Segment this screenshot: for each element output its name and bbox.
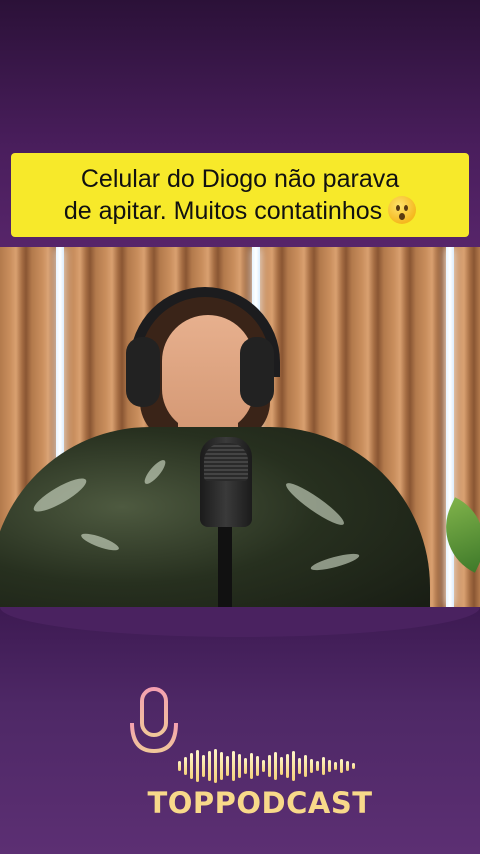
podcast-logo-text: TOPPODCAST (147, 786, 373, 820)
waveform-bar (178, 761, 181, 771)
headphone-cup-left (126, 337, 160, 407)
waveform-bar (346, 761, 349, 771)
waveform-bar (298, 758, 301, 774)
microphone-grill (204, 443, 248, 481)
caption-box: Celular do Diogo não parava de apitar. M… (11, 153, 469, 237)
waveform-bar (232, 751, 235, 781)
hushed-face-icon (388, 196, 417, 224)
waveform-bar (352, 763, 355, 769)
waveform-bar (250, 753, 253, 779)
video-frame[interactable] (0, 247, 480, 607)
waveform-bar (214, 749, 217, 783)
waveform-bar (322, 757, 325, 775)
waveform-bar (334, 762, 337, 770)
waveform-bar (256, 756, 259, 776)
waveform-bar (316, 761, 319, 771)
waveform-bar (286, 754, 289, 778)
waveform-bar (304, 755, 307, 777)
waveform-bar (226, 756, 229, 776)
waveform-bar (208, 751, 211, 781)
waveform-bar (268, 755, 271, 777)
caption-line-1: Celular do Diogo não parava (80, 165, 400, 193)
waveform-bar (274, 752, 277, 780)
waveform-bar (328, 760, 331, 772)
waveform-bar (190, 753, 193, 779)
headphone-cup-right (240, 337, 274, 407)
waveform-bar (196, 750, 199, 782)
waveform-bar (280, 757, 283, 775)
waveform-bar (238, 754, 241, 778)
caption-line-2: de apitar. Muitos contatinhos (63, 197, 383, 225)
waveform-bar (292, 751, 295, 781)
waveform-bar (202, 755, 205, 777)
waveform-bar (310, 759, 313, 773)
waveform-bar (340, 759, 343, 773)
waveform-bar (220, 752, 223, 780)
caption-text: Celular do Diogo não parava de apitar. M… (63, 163, 417, 227)
audio-waveform-icon (178, 748, 355, 784)
waveform-bar (244, 758, 247, 774)
microphone-icon (130, 687, 178, 780)
waveform-bar (184, 757, 187, 775)
waveform-bar (262, 760, 265, 772)
plant-leaf (429, 497, 480, 573)
